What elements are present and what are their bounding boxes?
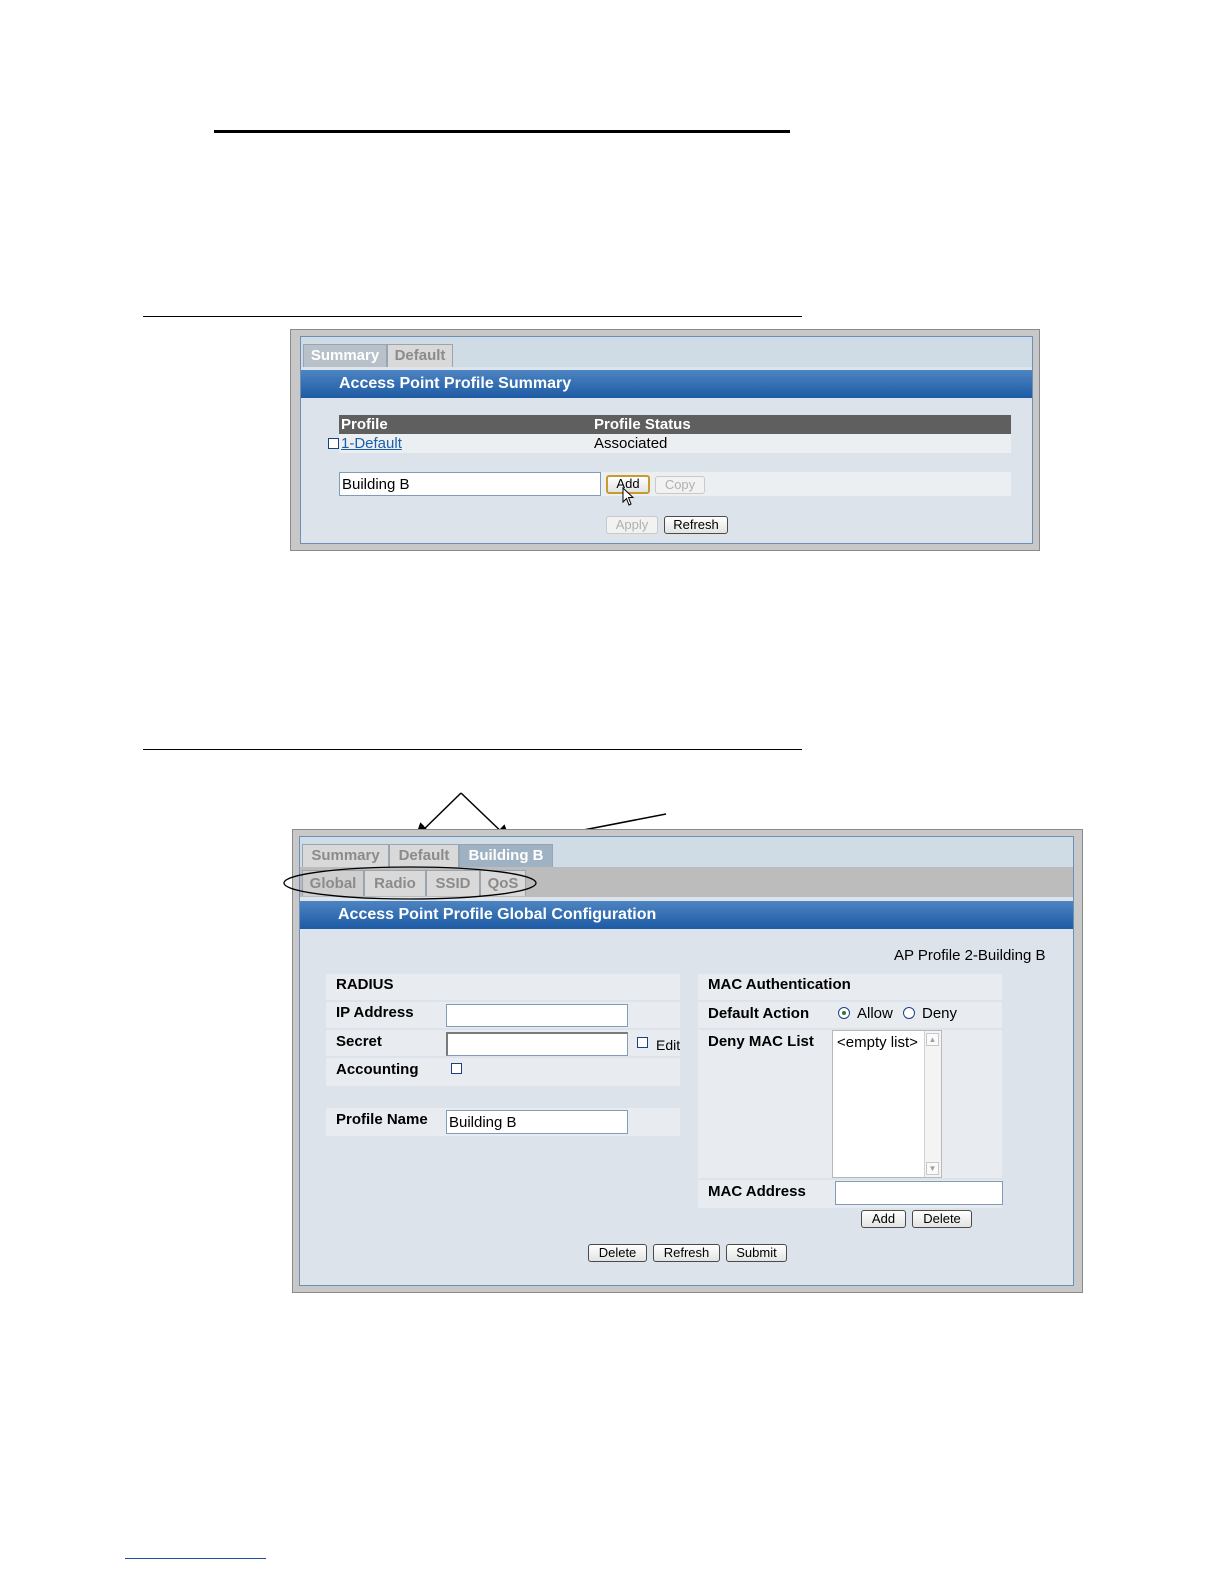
mac-auth-heading: MAC Authentication [708,976,851,993]
default-action-label: Default Action [708,1005,810,1022]
tab-summary[interactable]: Summary [302,844,389,867]
edit-label: Edit [656,1037,681,1053]
mac-address-input[interactable] [835,1181,1003,1205]
secret-label: Secret [336,1033,382,1050]
secret-input[interactable] [446,1032,628,1056]
profile-name-label: Profile Name [336,1111,428,1128]
deny-radio[interactable] [903,1007,915,1019]
edit-secret-checkbox[interactable] [637,1037,648,1048]
ip-address-label: IP Address [336,1004,414,1021]
accounting-checkbox[interactable] [451,1063,462,1074]
scroll-down-icon[interactable]: ▼ [926,1162,939,1175]
figure2-section-title: Access Point Profile Global Configuratio… [300,901,1073,929]
allow-radio[interactable] [838,1007,850,1019]
footer-rule [125,1558,266,1559]
deny-label: Deny [922,1005,958,1022]
mac-add-button[interactable]: Add [861,1210,906,1228]
figure2-window: Summary Default Building B Global Radio … [299,836,1074,1286]
listbox-scrollbar[interactable]: ▲ ▼ [924,1031,941,1177]
ip-address-input[interactable] [446,1004,628,1027]
subtab-callout-ellipse [283,866,537,900]
submit-button[interactable]: Submit [726,1244,787,1262]
tab-building-b[interactable]: Building B [459,844,553,867]
refresh-button[interactable]: Refresh [653,1244,720,1262]
list-item[interactable]: <empty list> [837,1034,918,1052]
deny-mac-listbox[interactable]: <empty list> ▲ ▼ [832,1030,942,1178]
tab-default[interactable]: Default [389,844,459,867]
mac-delete-button[interactable]: Delete [912,1210,972,1228]
profile-name-input[interactable] [446,1110,628,1134]
mac-address-label: MAC Address [708,1183,806,1200]
radius-heading: RADIUS [336,976,394,993]
scroll-up-icon[interactable]: ▲ [926,1033,939,1046]
profile-caption: AP Profile 2-Building B [894,947,1046,964]
figure2-tabbar: Summary Default Building B [300,837,1073,867]
deny-mac-list-label: Deny MAC List [708,1033,814,1050]
callout-arrows [407,792,667,865]
accounting-label: Accounting [336,1061,419,1078]
delete-profile-button[interactable]: Delete [588,1244,647,1262]
allow-label: Allow [857,1005,893,1022]
